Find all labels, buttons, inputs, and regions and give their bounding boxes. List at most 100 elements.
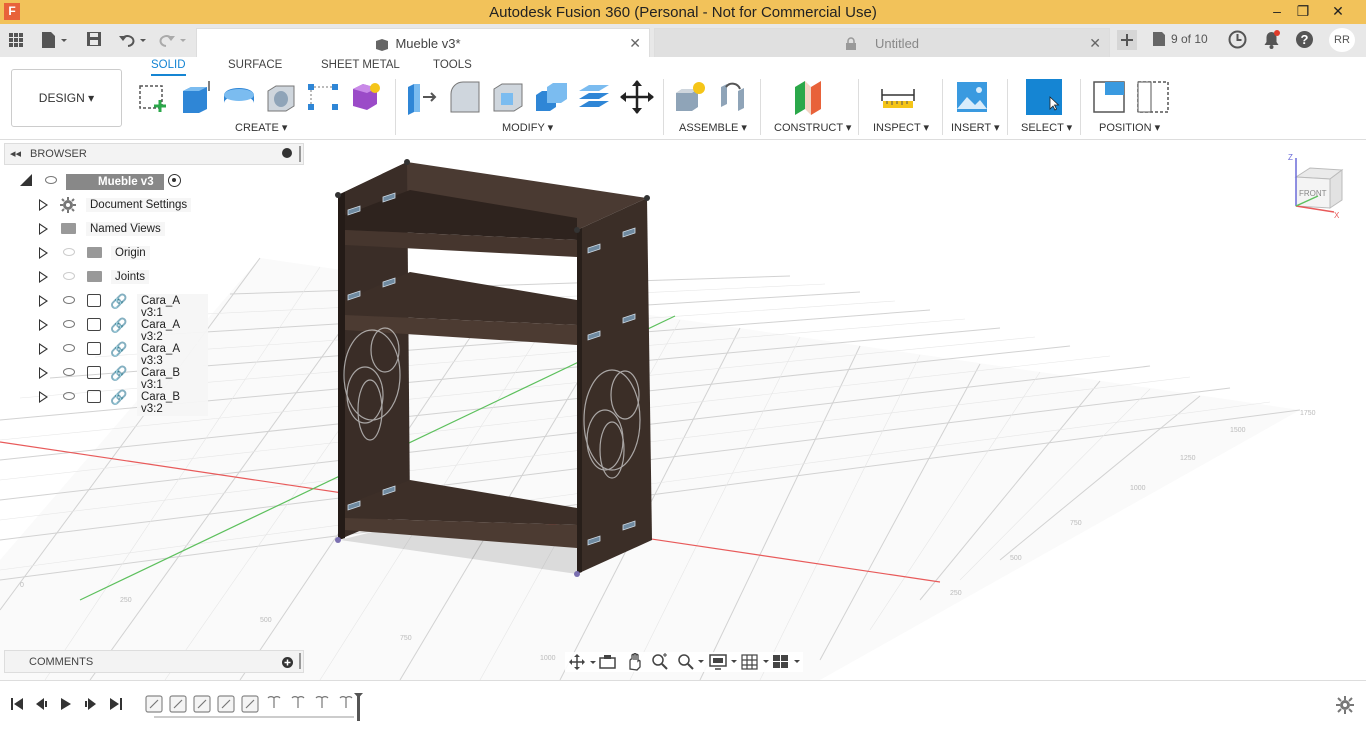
insert-image-icon[interactable] — [954, 79, 990, 115]
visibility-eye-icon[interactable] — [63, 248, 75, 256]
expand-triangle-icon[interactable] — [39, 295, 48, 307]
collapse-browser-icon[interactable]: ◂◂ — [10, 147, 21, 160]
clock-icon[interactable] — [1228, 30, 1247, 49]
tree-item-document-settings[interactable]: Document Settings — [38, 195, 198, 215]
comments-resize-handle[interactable] — [299, 653, 301, 669]
orbit-icon[interactable] — [569, 654, 597, 670]
step-forward-icon[interactable] — [84, 697, 98, 711]
look-at-icon[interactable] — [599, 654, 617, 670]
tab-mueble-v3[interactable]: Mueble v3* ✕ — [196, 28, 650, 57]
visibility-eye-icon[interactable] — [45, 176, 57, 184]
select-tool-icon[interactable] — [1026, 79, 1062, 115]
tab-sheet-metal[interactable]: SHEET METAL — [321, 59, 400, 74]
modify-group-label[interactable]: MODIFY ▾ — [502, 121, 553, 134]
zoom-window-icon[interactable] — [677, 653, 705, 671]
expand-triangle-icon[interactable] — [39, 247, 48, 259]
activate-radio-icon[interactable] — [168, 174, 181, 187]
visibility-eye-icon[interactable] — [63, 392, 75, 400]
tab-solid[interactable]: SOLID — [151, 59, 186, 76]
visibility-eye-icon[interactable] — [63, 368, 75, 376]
expand-triangle-icon[interactable] — [39, 391, 48, 403]
browser-minus-icon[interactable] — [282, 148, 292, 158]
redo-icon[interactable] — [158, 31, 188, 49]
go-to-start-icon[interactable] — [10, 697, 24, 711]
go-to-end-icon[interactable] — [109, 697, 123, 711]
tab-surface[interactable]: SURFACE — [228, 59, 282, 74]
tree-item-component[interactable]: 🔗 Cara_B v3:1 — [38, 363, 208, 392]
new-component-icon[interactable] — [672, 79, 708, 115]
tree-item-component[interactable]: 🔗 Cara_A v3:2 — [38, 315, 208, 344]
tree-item-named-views[interactable]: Named Views — [38, 219, 198, 239]
expand-triangle-icon[interactable] — [39, 343, 48, 355]
pan-icon[interactable] — [625, 653, 643, 671]
grid-snaps-icon[interactable] — [741, 653, 771, 671]
visibility-eye-icon[interactable] — [63, 296, 75, 304]
measure-icon[interactable] — [880, 79, 916, 115]
workspace-switcher-button[interactable]: DESIGN ▾ — [11, 69, 122, 127]
browser-panel-header[interactable]: ◂◂ BROWSER — [4, 143, 304, 165]
step-back-icon[interactable] — [34, 697, 48, 711]
combine-icon[interactable] — [533, 79, 569, 115]
create-sketch-icon[interactable] — [136, 79, 172, 115]
expand-triangle-icon[interactable] — [39, 271, 48, 283]
close-tab-icon[interactable]: ✕ — [1089, 35, 1101, 52]
job-status-text[interactable]: 9 of 10 — [1171, 32, 1208, 46]
pattern-icon[interactable] — [305, 79, 341, 115]
capture-position-icon[interactable] — [1091, 79, 1127, 115]
tree-item-origin[interactable]: Origin — [38, 243, 198, 263]
tree-item-component[interactable]: 🔗 Cara_B v3:2 — [38, 387, 208, 416]
browser-resize-handle[interactable] — [299, 146, 301, 162]
inspect-group-label[interactable]: INSPECT ▾ — [873, 121, 929, 134]
expand-triangle-icon[interactable] — [39, 319, 48, 331]
expand-triangle-icon[interactable] — [39, 199, 48, 211]
split-body-icon[interactable] — [576, 79, 612, 115]
maximize-button[interactable]: ❐ — [1288, 0, 1318, 24]
fillet-icon[interactable] — [447, 79, 483, 115]
revolve-icon[interactable] — [221, 79, 257, 115]
offset-plane-icon[interactable] — [791, 79, 827, 115]
visibility-eye-icon[interactable] — [63, 272, 75, 280]
construct-group-label[interactable]: CONSTRUCT ▾ — [774, 121, 851, 134]
grid-menu-icon[interactable] — [8, 32, 24, 48]
tab-tools[interactable]: TOOLS — [433, 59, 472, 74]
close-tab-icon[interactable]: ✕ — [629, 35, 641, 52]
display-settings-icon[interactable] — [709, 653, 739, 671]
help-icon[interactable]: ? — [1295, 30, 1314, 49]
collapse-triangle-icon[interactable] — [20, 174, 32, 186]
position-group-label[interactable]: POSITION ▾ — [1099, 121, 1160, 134]
tree-item-component[interactable]: 🔗 Cara_A v3:1 — [38, 291, 208, 320]
tree-item-joints[interactable]: Joints — [38, 267, 198, 287]
save-icon[interactable] — [86, 31, 102, 47]
viewcube[interactable]: FRONT Z X — [1288, 152, 1348, 220]
timeline-features[interactable] — [144, 693, 374, 723]
play-icon[interactable] — [59, 697, 73, 711]
shell-icon[interactable] — [490, 79, 526, 115]
user-avatar[interactable]: RR — [1329, 28, 1355, 52]
insert-group-label[interactable]: INSERT ▾ — [951, 121, 1000, 134]
add-comment-icon[interactable] — [282, 657, 293, 668]
visibility-eye-icon[interactable] — [63, 320, 75, 328]
new-tab-icon[interactable] — [1117, 30, 1137, 50]
tree-item-component[interactable]: 🔗 Cara_A v3:3 — [38, 339, 208, 368]
create-group-label[interactable]: CREATE ▾ — [235, 121, 287, 134]
move-copy-icon[interactable] — [619, 79, 655, 115]
zoom-icon[interactable] — [651, 653, 669, 671]
job-status-icon[interactable] — [1151, 31, 1167, 47]
browser-root-row[interactable]: Mueble v3 — [18, 171, 198, 191]
select-group-label[interactable]: SELECT ▾ — [1021, 121, 1072, 134]
close-button[interactable]: ✕ — [1323, 0, 1353, 24]
comments-panel[interactable]: COMMENTS — [4, 650, 304, 673]
undo-icon[interactable] — [118, 31, 148, 49]
joint-icon[interactable] — [716, 79, 752, 115]
assemble-group-label[interactable]: ASSEMBLE ▾ — [679, 121, 747, 134]
expand-triangle-icon[interactable] — [39, 367, 48, 379]
hole-icon[interactable] — [264, 79, 300, 115]
viewports-icon[interactable] — [772, 653, 802, 671]
timeline-settings-gear-icon[interactable] — [1336, 696, 1354, 714]
press-pull-icon[interactable] — [404, 79, 440, 115]
notification-bell-icon[interactable] — [1262, 30, 1281, 49]
file-menu-icon[interactable] — [40, 31, 68, 49]
expand-triangle-icon[interactable] — [39, 223, 48, 235]
revert-position-icon[interactable] — [1135, 79, 1171, 115]
create-form-icon[interactable] — [348, 79, 384, 115]
